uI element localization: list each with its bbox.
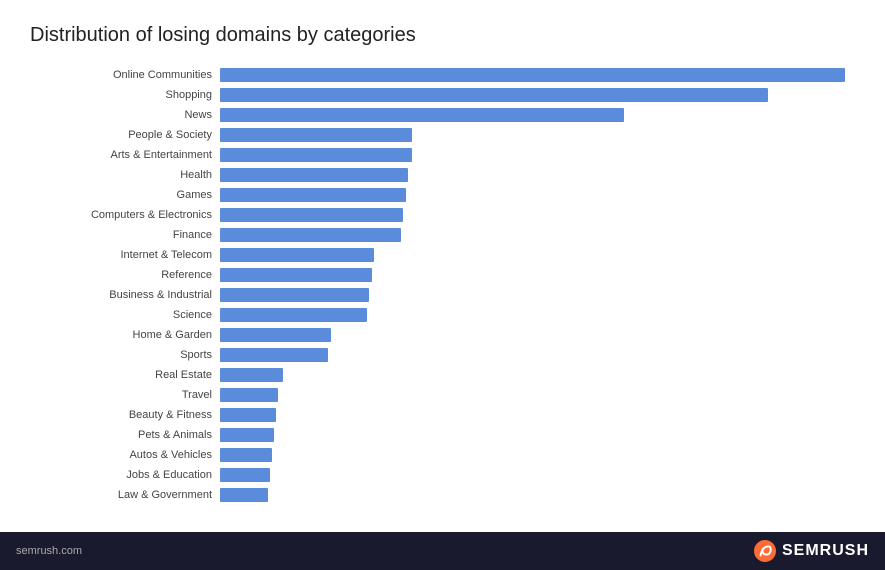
bar-track [220, 108, 855, 122]
bar-track [220, 208, 855, 222]
semrush-logo: SEMRUSH [754, 540, 869, 562]
bar-track [220, 488, 855, 502]
bar-track [220, 128, 855, 142]
bar-track [220, 68, 855, 82]
bar-row: Games [30, 185, 855, 204]
bar-fill [220, 208, 403, 222]
bar-label: Health [30, 169, 220, 181]
bar-row: Home & Garden [30, 325, 855, 344]
bar-row: Computers & Electronics [30, 205, 855, 224]
bar-fill [220, 428, 274, 442]
bar-label: Business & Industrial [30, 289, 220, 301]
bar-track [220, 468, 855, 482]
bar-fill [220, 408, 276, 422]
bar-label: Travel [30, 389, 220, 401]
bar-track [220, 428, 855, 442]
bar-track [220, 408, 855, 422]
bar-row: Science [30, 305, 855, 324]
bar-label: Beauty & Fitness [30, 409, 220, 421]
bar-track [220, 248, 855, 262]
bar-row: News [30, 105, 855, 124]
bar-fill [220, 328, 331, 342]
bar-track [220, 448, 855, 462]
bar-row: Real Estate [30, 365, 855, 384]
bar-fill [220, 108, 624, 122]
bar-fill [220, 448, 272, 462]
bar-row: Shopping [30, 85, 855, 104]
chart-area: Online Communities Shopping News People & S… [30, 65, 855, 505]
bar-label: Arts & Entertainment [30, 149, 220, 161]
bar-track [220, 288, 855, 302]
bar-fill [220, 248, 374, 262]
bar-label: Real Estate [30, 369, 220, 381]
bar-label: Internet & Telecom [30, 249, 220, 261]
chart-title: Distribution of losing domains by catego… [30, 24, 855, 47]
bar-label: Home & Garden [30, 329, 220, 341]
bar-track [220, 308, 855, 322]
bar-fill [220, 388, 278, 402]
footer-url: semrush.com [16, 545, 82, 557]
bar-row: People & Society [30, 125, 855, 144]
bar-label: Jobs & Education [30, 469, 220, 481]
semrush-icon [754, 540, 776, 562]
bar-track [220, 168, 855, 182]
bar-label: Science [30, 309, 220, 321]
bar-row: Reference [30, 265, 855, 284]
bar-label: Games [30, 189, 220, 201]
bar-fill [220, 228, 401, 242]
bar-fill [220, 188, 406, 202]
bar-fill [220, 68, 845, 82]
bar-fill [220, 168, 408, 182]
bar-track [220, 88, 855, 102]
bar-label: Online Communities [30, 69, 220, 81]
bar-row: Pets & Animals [30, 425, 855, 444]
bar-track [220, 228, 855, 242]
bar-row: Business & Industrial [30, 285, 855, 304]
bar-fill [220, 88, 768, 102]
bar-label: People & Society [30, 129, 220, 141]
bar-fill [220, 128, 412, 142]
bar-label: Reference [30, 269, 220, 281]
bar-track [220, 148, 855, 162]
bar-fill [220, 368, 283, 382]
bar-fill [220, 308, 367, 322]
bar-row: Sports [30, 345, 855, 364]
bar-label: Finance [30, 229, 220, 241]
bar-label: Sports [30, 349, 220, 361]
bar-track [220, 388, 855, 402]
bar-fill [220, 288, 369, 302]
bar-row: Online Communities [30, 65, 855, 84]
bar-row: Beauty & Fitness [30, 405, 855, 424]
bar-row: Law & Government [30, 485, 855, 504]
bar-label: Computers & Electronics [30, 209, 220, 221]
bar-label: Autos & Vehicles [30, 449, 220, 461]
bar-row: Autos & Vehicles [30, 445, 855, 464]
bar-track [220, 188, 855, 202]
bar-track [220, 268, 855, 282]
bar-track [220, 368, 855, 382]
main-content: Distribution of losing domains by catego… [0, 0, 885, 532]
footer: semrush.com SEMRUSH [0, 532, 885, 570]
bar-row: Jobs & Education [30, 465, 855, 484]
bar-row: Travel [30, 385, 855, 404]
bar-label: News [30, 109, 220, 121]
bar-fill [220, 468, 270, 482]
bar-fill [220, 488, 268, 502]
bar-row: Arts & Entertainment [30, 145, 855, 164]
bar-row: Health [30, 165, 855, 184]
bar-fill [220, 268, 372, 282]
semrush-brand: SEMRUSH [782, 542, 869, 560]
bar-row: Internet & Telecom [30, 245, 855, 264]
bar-fill [220, 348, 328, 362]
bar-track [220, 348, 855, 362]
bar-track [220, 328, 855, 342]
bar-fill [220, 148, 412, 162]
bar-row: Finance [30, 225, 855, 244]
bar-label: Law & Government [30, 489, 220, 501]
bar-label: Pets & Animals [30, 429, 220, 441]
bar-label: Shopping [30, 89, 220, 101]
